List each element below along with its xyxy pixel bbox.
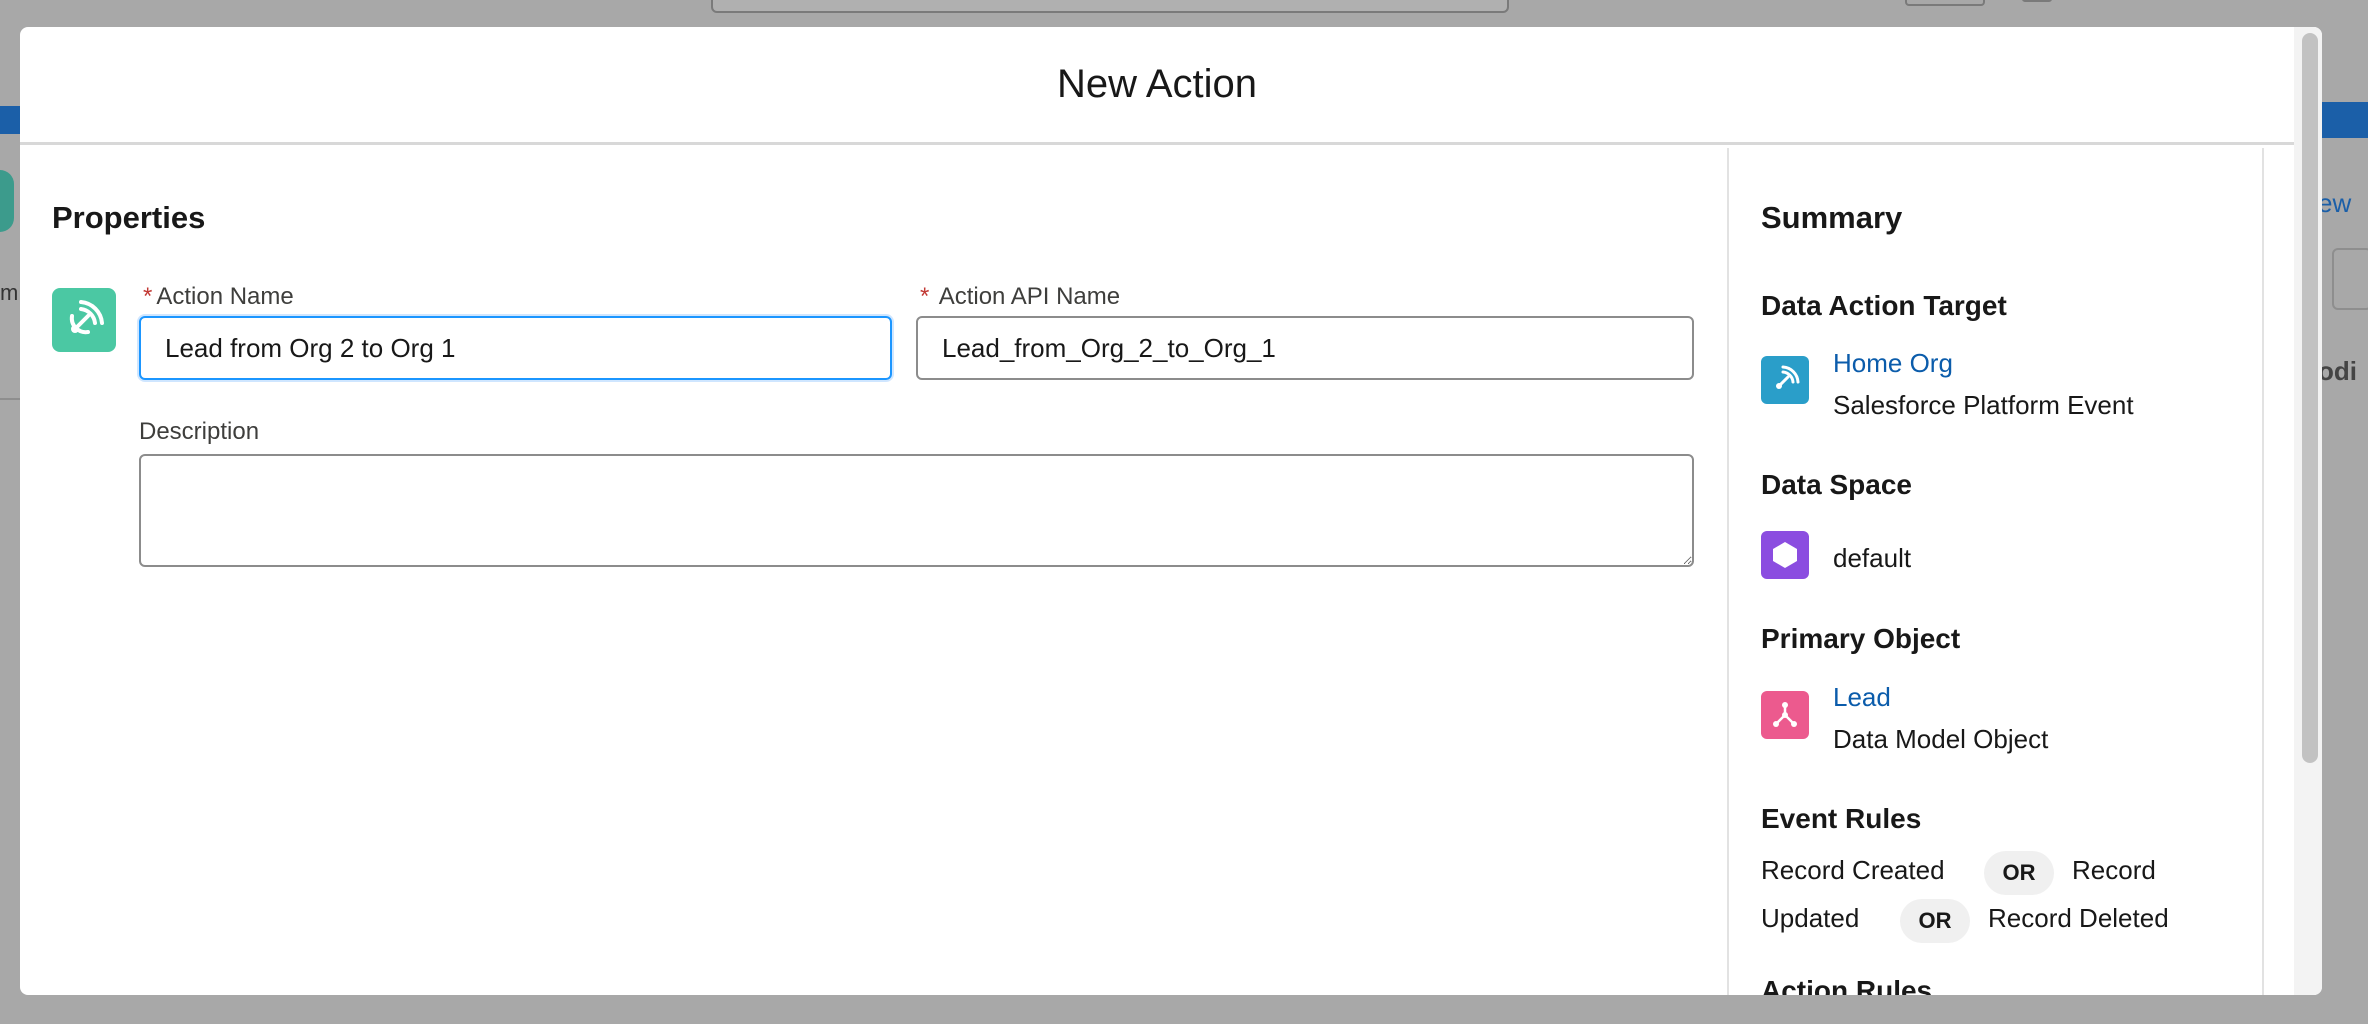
- properties-title: Properties: [52, 200, 206, 235]
- background-divider: [0, 398, 20, 400]
- target-type-text: Salesforce Platform Event: [1833, 390, 2134, 420]
- required-indicator: *: [143, 283, 153, 310]
- lead-link[interactable]: Lead: [1833, 682, 1891, 713]
- required-indicator: *: [920, 283, 930, 310]
- summary-panel: Summary Data Action Target Home Org Sale…: [1729, 148, 2262, 995]
- background-icon: [0, 170, 14, 232]
- background-button: [2022, 0, 2052, 2]
- event-rule-text: Record Created: [1761, 855, 1945, 885]
- background-text: odi: [2318, 356, 2357, 386]
- background-link: ew: [2318, 188, 2352, 218]
- primary-object-heading: Primary Object: [1761, 623, 1961, 654]
- background-search-bar: [711, 0, 1509, 13]
- data-action-target-heading: Data Action Target: [1761, 290, 2007, 321]
- primary-object-type-text: Data Model Object: [1833, 724, 2049, 754]
- modal-title: New Action: [1056, 62, 1258, 106]
- or-operator-badge: OR: [1984, 851, 2054, 895]
- background-banner: [2318, 102, 2368, 138]
- data-model-icon: [1761, 691, 1809, 739]
- summary-title: Summary: [1761, 200, 1903, 235]
- data-space-heading: Data Space: [1761, 469, 1912, 500]
- modal-header: New Action: [20, 27, 2294, 145]
- background-text: m: [0, 280, 19, 305]
- modal-scrollbar-thumb[interactable]: [2302, 33, 2318, 763]
- event-rule-text: Record Deleted: [1988, 903, 2169, 933]
- platform-event-icon: [52, 288, 116, 352]
- event-rule-text: Updated: [1761, 903, 1860, 933]
- broadcast-icon: [1761, 356, 1809, 404]
- action-name-label: * Action Name: [143, 283, 294, 310]
- background-button: [1905, 0, 1985, 6]
- background-filter-button: [2332, 248, 2368, 310]
- description-label: Description: [139, 418, 260, 445]
- event-rule-text: Record: [2072, 855, 2156, 885]
- action-api-name-input[interactable]: [916, 316, 1694, 380]
- background-banner: [0, 106, 20, 134]
- properties-panel: Properties *Action Name * Action API Nam…: [20, 148, 1727, 995]
- description-textarea[interactable]: [139, 454, 1694, 567]
- or-operator-badge: OR: [1900, 899, 1970, 943]
- action-api-name-label: * Action API Name: [920, 283, 1121, 310]
- action-rules-heading: Action Rules: [1761, 975, 1933, 995]
- hexagon-icon: [1761, 531, 1809, 579]
- panel-edge: [2262, 148, 2264, 995]
- data-space-value: default: [1833, 543, 1912, 573]
- event-rules-heading: Event Rules: [1761, 803, 1922, 834]
- action-name-input[interactable]: [139, 316, 892, 380]
- home-org-link[interactable]: Home Org: [1833, 348, 1953, 379]
- new-action-modal: New Action Properties *Action Name * Act…: [20, 27, 2322, 995]
